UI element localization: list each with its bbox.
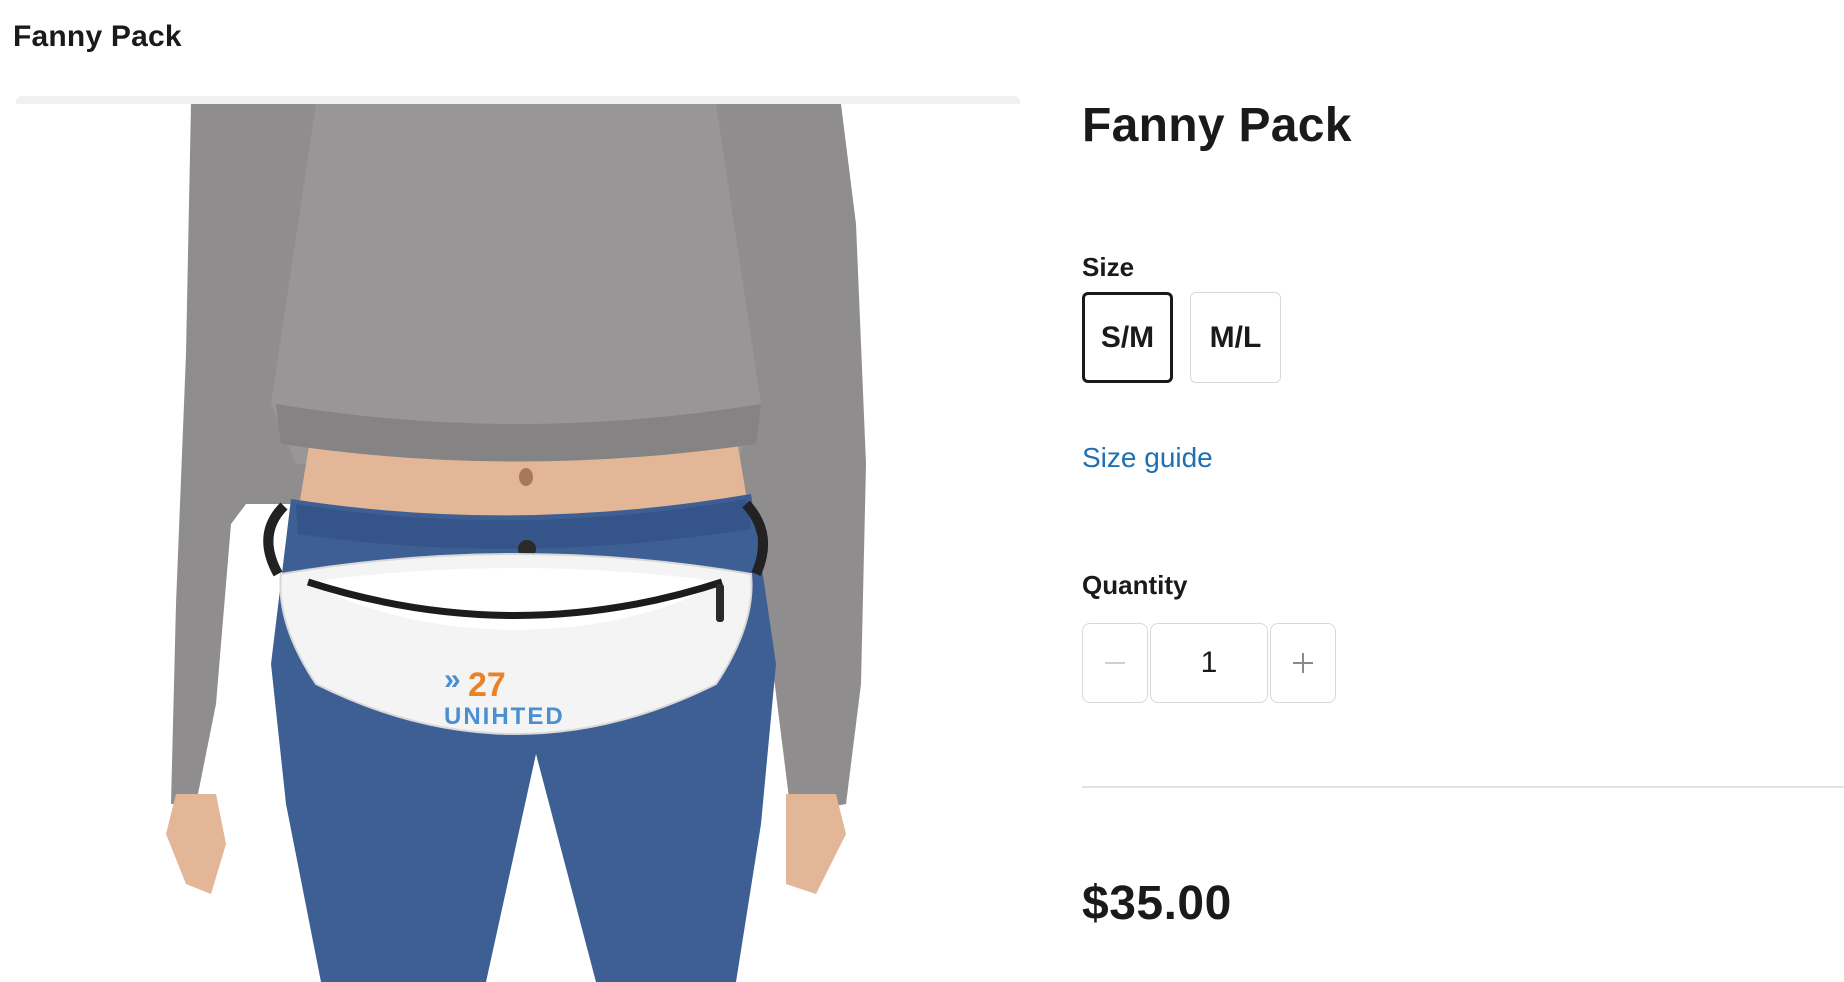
product-title: Fanny Pack <box>1082 99 1352 152</box>
product-details: Fanny Pack Size S/M M/L Size guide Quant… <box>1082 0 1844 982</box>
size-label: Size <box>1082 252 1135 282</box>
size-option-s-m[interactable]: S/M <box>1082 292 1173 383</box>
quantity-increment-button[interactable] <box>1270 623 1336 703</box>
size-options: S/M M/L <box>1082 292 1281 383</box>
svg-text:»: » <box>444 663 461 696</box>
product-image[interactable]: » 27 UNIHTED <box>16 104 1020 982</box>
quantity-decrement-button[interactable] <box>1082 623 1148 703</box>
logo-word: UNIHTED <box>444 703 565 730</box>
size-option-m-l[interactable]: M/L <box>1190 292 1281 383</box>
quantity-stepper <box>1082 623 1336 703</box>
minus-icon <box>1105 662 1125 664</box>
divider <box>1082 786 1844 788</box>
store-header-title: Fanny Pack <box>13 20 182 53</box>
size-guide-link[interactable]: Size guide <box>1082 442 1213 474</box>
quantity-input[interactable] <box>1150 623 1268 703</box>
product-price: $35.00 <box>1082 877 1232 930</box>
logo-number: 27 <box>468 666 506 704</box>
quantity-label: Quantity <box>1082 570 1188 600</box>
product-gallery: » 27 UNIHTED <box>16 96 1020 982</box>
gallery-top-strip <box>16 96 1020 104</box>
plus-icon <box>1293 653 1313 673</box>
